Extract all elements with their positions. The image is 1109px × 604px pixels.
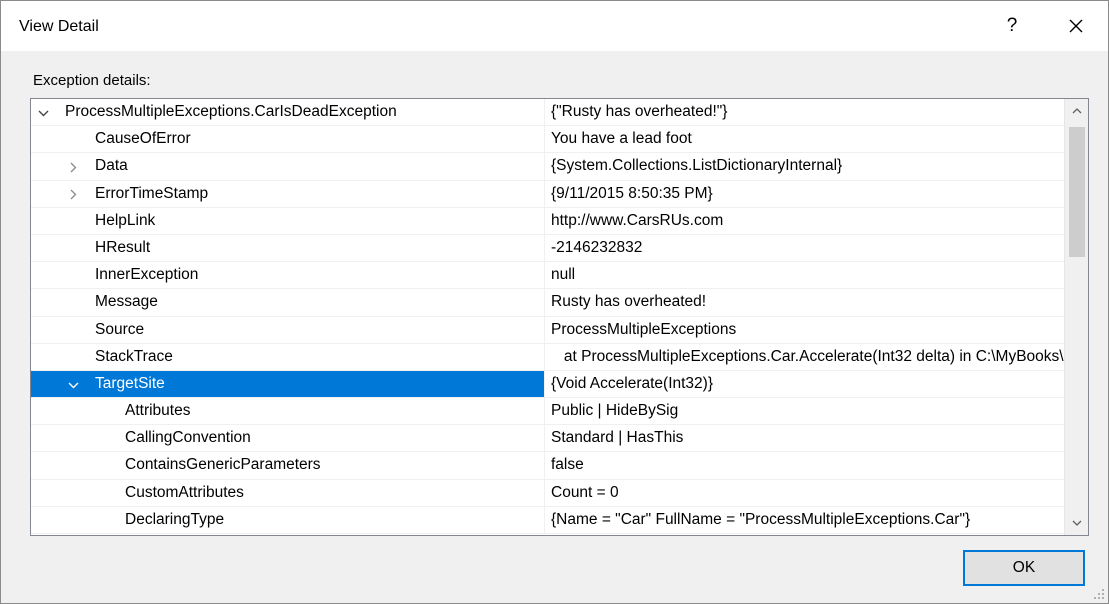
row-value: You have a lead foot: [551, 130, 692, 148]
detail-row[interactable]: Message Rusty has overheated!: [31, 289, 1064, 317]
row-name: InnerException: [95, 266, 199, 284]
row-name-cell[interactable]: Message: [31, 289, 545, 316]
exception-details-grid[interactable]: ProcessMultipleExceptions.CarIsDeadExcep…: [30, 98, 1089, 536]
detail-row[interactable]: CustomAttributes Count = 0: [31, 479, 1064, 507]
row-name: CustomAttributes: [125, 483, 244, 501]
row-value: Public | HideBySig: [551, 402, 679, 420]
row-value: null: [551, 266, 576, 284]
row-name-cell[interactable]: ContainsGenericParameters: [31, 452, 545, 479]
row-name: Data: [95, 157, 128, 175]
row-value: Standard | HasThis: [551, 429, 684, 447]
window-title: View Detail: [19, 18, 99, 35]
detail-row[interactable]: InnerException null: [31, 262, 1064, 290]
row-name: TargetSite: [95, 374, 165, 392]
detail-row[interactable]: ContainsGenericParameters false: [31, 452, 1064, 480]
close-icon: [1069, 19, 1083, 33]
row-name: Source: [95, 320, 145, 338]
row-name-cell[interactable]: CustomAttributes: [31, 479, 545, 506]
row-name-cell[interactable]: TargetSite: [31, 370, 545, 398]
row-value: Rusty has overheated!: [551, 293, 707, 311]
detail-row[interactable]: CauseOfError You have a lead foot: [31, 126, 1064, 154]
detail-row[interactable]: CallingConvention Standard | HasThis: [31, 425, 1064, 453]
row-name: ErrorTimeStamp: [95, 184, 209, 202]
detail-row[interactable]: DeclaringType {Name = "Car" FullName = "P…: [31, 506, 1064, 534]
row-value: Count = 0: [551, 483, 619, 501]
row-value: {Void Accelerate(Int32)}: [551, 374, 714, 392]
row-value: {System.Collections.ListDictionaryIntern…: [551, 157, 843, 175]
chevron-down-icon[interactable]: [35, 99, 51, 125]
row-value: {"Rusty has overheated!"}: [551, 103, 728, 120]
detail-row[interactable]: Data {System.Collections.ListDictionaryIn…: [31, 153, 1064, 181]
scroll-down-button[interactable]: [1065, 511, 1088, 535]
row-name-cell[interactable]: CallingConvention: [31, 425, 545, 452]
row-name-cell[interactable]: Source: [31, 316, 545, 343]
row-name-cell[interactable]: ErrorTimeStamp: [31, 180, 545, 207]
detail-rows: ProcessMultipleExceptions.CarIsDeadExcep…: [31, 99, 1064, 534]
chevron-down-icon: [1072, 520, 1081, 527]
row-value: {9/11/2015 8:50:35 PM}: [551, 184, 713, 202]
scroll-thumb[interactable]: [1069, 127, 1085, 257]
row-name-cell[interactable]: HResult: [31, 234, 545, 262]
row-name: StackTrace: [95, 347, 173, 365]
detail-row[interactable]: ProcessMultipleExceptions.CarIsDeadExcep…: [31, 99, 1064, 127]
row-name: DeclaringType: [125, 510, 225, 528]
chevron-right-icon[interactable]: [65, 153, 81, 179]
ok-button[interactable]: OK: [963, 550, 1085, 586]
row-name-cell[interactable]: StackTrace: [31, 343, 545, 370]
detail-row[interactable]: StackTrace at ProcessMultipleExceptions.…: [31, 343, 1064, 371]
row-name: Attributes: [125, 402, 191, 420]
row-value: ProcessMultipleExceptions: [551, 320, 737, 338]
help-button[interactable]: ?: [989, 9, 1035, 43]
resize-grip-icon[interactable]: [1093, 588, 1105, 600]
row-name-cell[interactable]: DeclaringType: [31, 506, 545, 533]
row-name: CallingConvention: [125, 429, 251, 447]
chevron-down-icon[interactable]: [65, 371, 81, 397]
row-name: HelpLink: [95, 211, 156, 229]
detail-row[interactable]: Source ProcessMultipleExceptions: [31, 316, 1064, 344]
row-value: http://www.CarsRUs.com: [551, 211, 724, 229]
detail-row[interactable]: TargetSite {Void Accelerate(Int32)}: [31, 370, 1064, 399]
row-name-cell[interactable]: Data: [31, 153, 545, 180]
view-detail-dialog: View Detail ? Exception details: Process…: [0, 0, 1109, 604]
detail-row[interactable]: HelpLink http://www.CarsRUs.com: [31, 207, 1064, 235]
row-value: {Name = "Car" FullName = "ProcessMultipl…: [551, 510, 971, 528]
row-value: at ProcessMultipleExceptions.Car.Acceler…: [563, 347, 1064, 365]
row-name-cell[interactable]: ProcessMultipleExceptions.CarIsDeadExcep…: [31, 99, 545, 126]
row-name-cell[interactable]: Attributes: [31, 398, 545, 425]
row-name-cell[interactable]: HelpLink: [31, 207, 545, 234]
vertical-scrollbar[interactable]: [1064, 99, 1088, 535]
row-value: -2146232832: [551, 238, 643, 256]
title-bar: View Detail ?: [1, 1, 1108, 51]
detail-row[interactable]: HResult -2146232832: [31, 234, 1064, 263]
row-name-cell[interactable]: InnerException: [31, 262, 545, 289]
chevron-right-icon[interactable]: [65, 181, 81, 207]
row-name: HResult: [95, 238, 151, 256]
row-name: ContainsGenericParameters: [125, 456, 321, 474]
row-value: false: [551, 456, 584, 474]
row-name-cell[interactable]: CauseOfError: [31, 126, 545, 153]
exception-details-label: Exception details:: [33, 72, 151, 89]
detail-row[interactable]: Attributes Public | HideBySig: [31, 398, 1064, 426]
row-name: Message: [95, 293, 158, 311]
scroll-up-button[interactable]: [1065, 99, 1088, 123]
detail-row[interactable]: ErrorTimeStamp {9/11/2015 8:50:35 PM}: [31, 180, 1064, 208]
close-button[interactable]: [1053, 9, 1099, 43]
row-name: CauseOfError: [95, 130, 191, 148]
row-name: ProcessMultipleExceptions.CarIsDeadExcep…: [65, 103, 397, 120]
chevron-up-icon: [1072, 108, 1081, 114]
